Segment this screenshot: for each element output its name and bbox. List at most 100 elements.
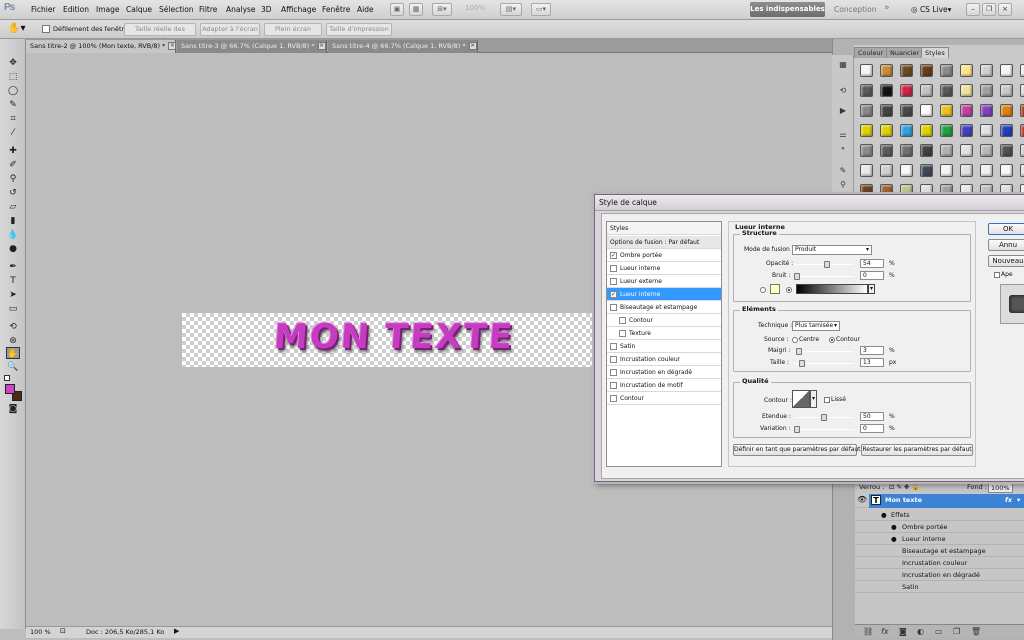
size-slider-thumb[interactable] bbox=[799, 360, 805, 367]
noise-slider-thumb[interactable] bbox=[794, 273, 800, 280]
tab-couleur[interactable]: Couleur bbox=[854, 47, 888, 58]
style-swatch[interactable] bbox=[856, 80, 876, 100]
eraser-tool-icon[interactable]: ▱ bbox=[6, 201, 20, 213]
extras-icon[interactable]: ⊞▾ bbox=[432, 3, 452, 16]
style-swatch[interactable] bbox=[896, 60, 916, 80]
close-tab-icon[interactable]: × bbox=[168, 42, 177, 50]
default-colors-icon[interactable] bbox=[4, 375, 10, 381]
style-swatch[interactable] bbox=[996, 100, 1016, 120]
style-swatch[interactable] bbox=[856, 140, 876, 160]
style-swatch[interactable] bbox=[896, 160, 916, 180]
adjustment-layer-icon[interactable]: ◐ bbox=[917, 627, 924, 636]
style-swatch[interactable] bbox=[1016, 80, 1024, 100]
menu-fenetre[interactable]: Fenêtre bbox=[322, 5, 350, 14]
contour-dropdown-icon[interactable]: ▾ bbox=[810, 390, 817, 408]
style-swatch[interactable] bbox=[876, 80, 896, 100]
menu-calque[interactable]: Calque bbox=[126, 5, 152, 14]
effect-row[interactable]: ● Ombre portée bbox=[855, 521, 1024, 533]
range-input[interactable]: 50 bbox=[860, 412, 884, 421]
mini-bridge-icon[interactable]: ▦ bbox=[836, 59, 850, 70]
marquee-tool-icon[interactable]: ⬚ bbox=[6, 71, 20, 83]
full-screen-button[interactable]: Plein écran bbox=[264, 23, 322, 36]
ok-button[interactable]: OK bbox=[988, 223, 1024, 235]
effect-row[interactable]: Biseautage et estampage bbox=[855, 545, 1024, 557]
document-canvas[interactable]: MON TEXTE bbox=[182, 313, 596, 367]
style-swatch[interactable] bbox=[1016, 100, 1024, 120]
list-item-gradient-overlay[interactable]: Incrustation en dégradé bbox=[607, 366, 721, 379]
checkbox[interactable] bbox=[610, 304, 617, 311]
checkbox[interactable] bbox=[610, 278, 617, 285]
effects-eye-icon[interactable]: ● bbox=[881, 509, 887, 521]
tab-nuancier[interactable]: Nuancier bbox=[886, 47, 924, 58]
adjustments-icon[interactable]: ⚌ bbox=[836, 129, 850, 140]
list-item-pattern-overlay[interactable]: Incrustation de motif bbox=[607, 379, 721, 392]
style-swatch[interactable] bbox=[916, 120, 936, 140]
reset-default-button[interactable]: Restaurer les paramètres par défaut bbox=[861, 444, 973, 456]
menu-aide[interactable]: Aide bbox=[357, 5, 374, 14]
menu-fichier[interactable]: Fichier bbox=[31, 5, 56, 14]
style-swatch[interactable] bbox=[956, 140, 976, 160]
style-swatch[interactable] bbox=[1016, 140, 1024, 160]
new-style-button[interactable]: Nouveau bbox=[988, 255, 1024, 267]
eyedropper-tool-icon[interactable]: ⁄ bbox=[6, 127, 20, 139]
zoom-tool-icon[interactable]: 🔍 bbox=[6, 361, 20, 373]
style-swatch[interactable] bbox=[976, 160, 996, 180]
list-item-inner-glow[interactable]: ✓ Lueur interne bbox=[607, 288, 721, 301]
style-swatch[interactable] bbox=[976, 60, 996, 80]
effect-row[interactable]: Incrustation couleur bbox=[855, 557, 1024, 569]
move-tool-icon[interactable]: ✥ bbox=[6, 57, 20, 69]
menu-3d[interactable]: 3D bbox=[261, 5, 272, 14]
list-item-satin[interactable]: Satin bbox=[607, 340, 721, 353]
shape-tool-icon[interactable]: ▭ bbox=[6, 303, 20, 315]
checkbox[interactable] bbox=[619, 317, 626, 324]
effects-row[interactable]: ● Effets bbox=[855, 509, 1024, 521]
path-selection-tool-icon[interactable]: ➤ bbox=[6, 289, 20, 301]
menu-edition[interactable]: Edition bbox=[63, 5, 89, 14]
style-swatch[interactable] bbox=[976, 140, 996, 160]
style-swatch[interactable] bbox=[916, 80, 936, 100]
actions-icon[interactable]: ▶ bbox=[836, 105, 850, 116]
status-arrow-icon[interactable]: ▶ bbox=[174, 627, 179, 635]
style-swatch[interactable] bbox=[996, 60, 1016, 80]
style-swatch[interactable] bbox=[956, 160, 976, 180]
close-tab-icon[interactable]: × bbox=[317, 42, 326, 50]
range-slider[interactable] bbox=[794, 414, 854, 421]
style-swatch[interactable] bbox=[916, 60, 936, 80]
menu-affichage[interactable]: Affichage bbox=[281, 5, 316, 14]
style-swatch[interactable] bbox=[936, 60, 956, 80]
style-swatch[interactable] bbox=[996, 120, 1016, 140]
size-input[interactable]: 13 bbox=[860, 358, 884, 367]
style-swatch[interactable] bbox=[896, 80, 916, 100]
list-item-bevel-emboss[interactable]: Biseautage et estampage bbox=[607, 301, 721, 314]
style-swatch[interactable] bbox=[856, 100, 876, 120]
choke-input[interactable]: 3 bbox=[860, 346, 884, 355]
history-brush-tool-icon[interactable]: ↺ bbox=[6, 187, 20, 199]
list-item-stroke[interactable]: Contour bbox=[607, 392, 721, 405]
type-tool-icon[interactable]: T bbox=[6, 275, 20, 287]
noise-slider[interactable] bbox=[794, 273, 854, 280]
workspace-more-icon[interactable]: » bbox=[884, 3, 890, 13]
glow-color-swatch[interactable] bbox=[770, 284, 780, 294]
style-swatch[interactable] bbox=[976, 80, 996, 100]
crop-tool-icon[interactable]: ⌗ bbox=[6, 113, 20, 125]
add-mask-icon[interactable]: ◙ bbox=[899, 627, 907, 636]
effect-row[interactable]: Satin bbox=[855, 581, 1024, 593]
effect-eye-icon[interactable]: ● bbox=[891, 521, 897, 533]
style-swatch[interactable] bbox=[936, 100, 956, 120]
technique-select[interactable]: Plus tamisée bbox=[792, 321, 840, 331]
arrange-icon[interactable]: ▤▾ bbox=[500, 3, 522, 16]
menu-selection[interactable]: Sélection bbox=[159, 5, 194, 14]
choke-slider-thumb[interactable] bbox=[796, 348, 802, 355]
visibility-eye-icon[interactable]: 👁 bbox=[857, 494, 867, 506]
opacity-slider[interactable] bbox=[794, 261, 854, 268]
checkbox[interactable] bbox=[610, 382, 617, 389]
checkbox[interactable] bbox=[610, 395, 617, 402]
link-layers-icon[interactable]: ⛓ bbox=[863, 627, 873, 636]
checkbox[interactable]: ✓ bbox=[610, 252, 617, 259]
masks-icon[interactable]: ⚬ bbox=[836, 143, 850, 154]
group-icon[interactable]: ▭ bbox=[935, 627, 943, 636]
style-swatch[interactable] bbox=[936, 80, 956, 100]
dialog-title[interactable]: Style de calque bbox=[595, 195, 1024, 211]
style-swatch[interactable] bbox=[916, 160, 936, 180]
style-swatch[interactable] bbox=[876, 140, 896, 160]
